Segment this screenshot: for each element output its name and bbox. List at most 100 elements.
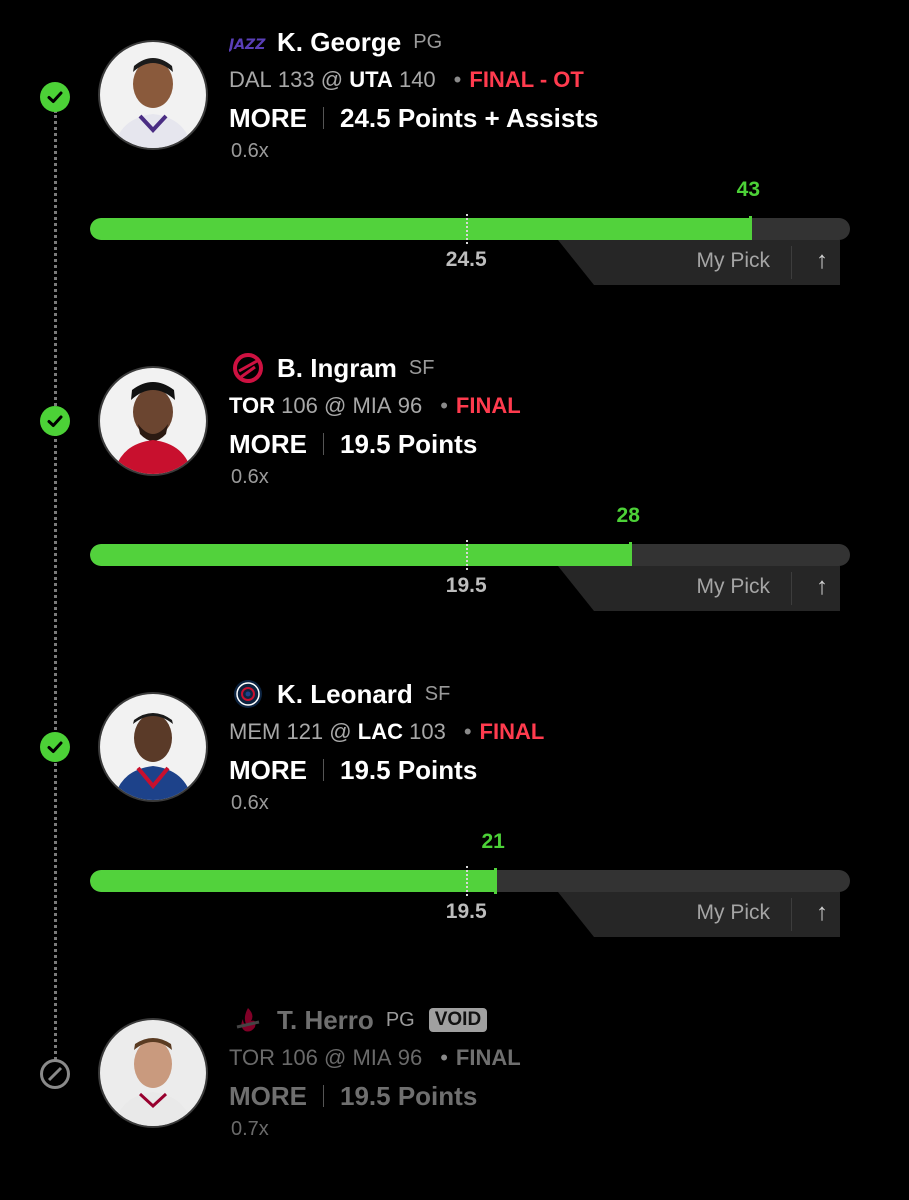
game-status: FINAL (455, 1045, 521, 1070)
away-team: TOR (229, 393, 276, 418)
at-symbol: @ (324, 1045, 347, 1070)
ban-icon (40, 1059, 70, 1089)
separator-dot: • (440, 1045, 448, 1070)
actual-marker (494, 868, 498, 894)
pick-stat-line: 24.5 Points + Assists (340, 102, 599, 133)
arrow-up-icon: ↑ (816, 573, 828, 600)
separator-dot: • (440, 393, 448, 418)
divider (323, 433, 324, 455)
jazz-logo: JAZZ (229, 27, 267, 57)
actual-marker (629, 542, 633, 568)
pick-stat-line: 19.5 Points (340, 754, 478, 785)
progress-fill (90, 544, 631, 566)
timeline-line (54, 110, 57, 1060)
player-name[interactable]: B. Ingram (277, 353, 397, 384)
multiplier: 0.6x (231, 792, 269, 814)
game-info: TOR 106 @ MIA 96 • FINAL (229, 390, 521, 422)
game-status: FINAL - OT (469, 67, 584, 92)
away-team: DAL (229, 67, 272, 92)
actual-value: 28 (616, 504, 640, 527)
pick-stat-line: 19.5 Points (340, 428, 478, 459)
player-position: SF (424, 682, 451, 705)
divider (791, 572, 792, 605)
clippers-logo (229, 679, 267, 709)
away-score: 133 (277, 67, 315, 92)
actual-value: 43 (736, 178, 761, 201)
away-score: 121 (286, 719, 324, 744)
multiplier: 0.6x (231, 466, 269, 488)
check-circle-icon (40, 732, 70, 762)
line-marker (466, 540, 469, 570)
my-pick-label: My Pick (696, 901, 771, 924)
at-symbol: @ (320, 67, 344, 92)
separator-dot: • (463, 719, 472, 744)
pick-line: MORE 19.5 Points (229, 1078, 521, 1114)
at-symbol: @ (329, 719, 352, 744)
player-name[interactable]: T. Herro (277, 1005, 374, 1036)
svg-text:JAZZ: JAZZ (229, 37, 266, 53)
pick-direction: MORE (229, 754, 307, 785)
divider (791, 898, 792, 931)
game-info: DAL 133 @ UTA 140 • FINAL - OT (229, 64, 598, 96)
arrow-up-icon: ↑ (816, 247, 828, 274)
pick-direction: MORE (229, 102, 307, 133)
pick-line: MORE 19.5 Points (229, 426, 521, 462)
player-name[interactable]: K. Leonard (277, 679, 413, 710)
away-score: 106 (281, 393, 318, 418)
line-value: 19.5 (445, 900, 487, 923)
line-marker (466, 866, 469, 896)
progress-fill (90, 870, 496, 892)
my-pick-label: My Pick (696, 575, 771, 598)
player-avatar (98, 692, 208, 802)
at-symbol: @ (324, 393, 347, 418)
game-status: FINAL (479, 719, 545, 744)
my-pick-tab[interactable]: My Pick ↑ (558, 892, 840, 937)
actual-value: 21 (481, 830, 505, 853)
progress-track (90, 218, 850, 240)
pick-direction: MORE (229, 1080, 307, 1111)
multiplier: 0.7x (231, 1118, 269, 1140)
game-info: TOR 106 @ MIA 96 • FINAL (229, 1042, 521, 1074)
progress-track (90, 870, 850, 892)
divider (791, 246, 792, 279)
pick-stat-line: 19.5 Points (340, 1080, 478, 1111)
player-position: PG (385, 1008, 415, 1031)
home-score: 103 (409, 719, 446, 744)
pick-line: MORE 24.5 Points + Assists (229, 100, 598, 136)
divider (323, 107, 324, 129)
pick-direction: MORE (229, 428, 307, 459)
heat-logo (229, 1005, 267, 1035)
game-info: MEM 121 @ LAC 103 • FINAL (229, 716, 544, 748)
my-pick-tab[interactable]: My Pick ↑ (558, 240, 840, 285)
home-score: 96 (397, 1045, 423, 1070)
player-avatar (98, 366, 208, 476)
player-avatar (98, 40, 208, 150)
game-status: FINAL (455, 393, 521, 418)
home-team: MIA (352, 393, 392, 418)
player-avatar (98, 1018, 208, 1128)
my-pick-tab[interactable]: My Pick ↑ (558, 566, 840, 611)
home-team: MIA (352, 1045, 392, 1070)
home-score: 96 (397, 393, 423, 418)
away-team: TOR (229, 1045, 276, 1070)
pick-line: MORE 19.5 Points (229, 752, 544, 788)
away-score: 106 (281, 1045, 318, 1070)
divider (323, 1085, 324, 1107)
progress-fill (90, 218, 751, 240)
away-team: MEM (229, 719, 281, 744)
player-position: PG (413, 30, 443, 53)
check-circle-icon (40, 406, 70, 436)
progress-track (90, 544, 850, 566)
player-position: SF (408, 356, 435, 379)
home-team: UTA (349, 67, 393, 92)
line-value: 19.5 (445, 574, 487, 597)
separator-dot: • (453, 67, 462, 92)
check-circle-icon (40, 82, 70, 112)
divider (323, 759, 324, 781)
actual-marker (749, 216, 753, 242)
multiplier: 0.6x (231, 140, 269, 162)
line-value: 24.5 (445, 248, 487, 271)
player-name[interactable]: K. George (277, 27, 401, 58)
my-pick-label: My Pick (696, 249, 771, 272)
home-team: LAC (357, 719, 403, 744)
